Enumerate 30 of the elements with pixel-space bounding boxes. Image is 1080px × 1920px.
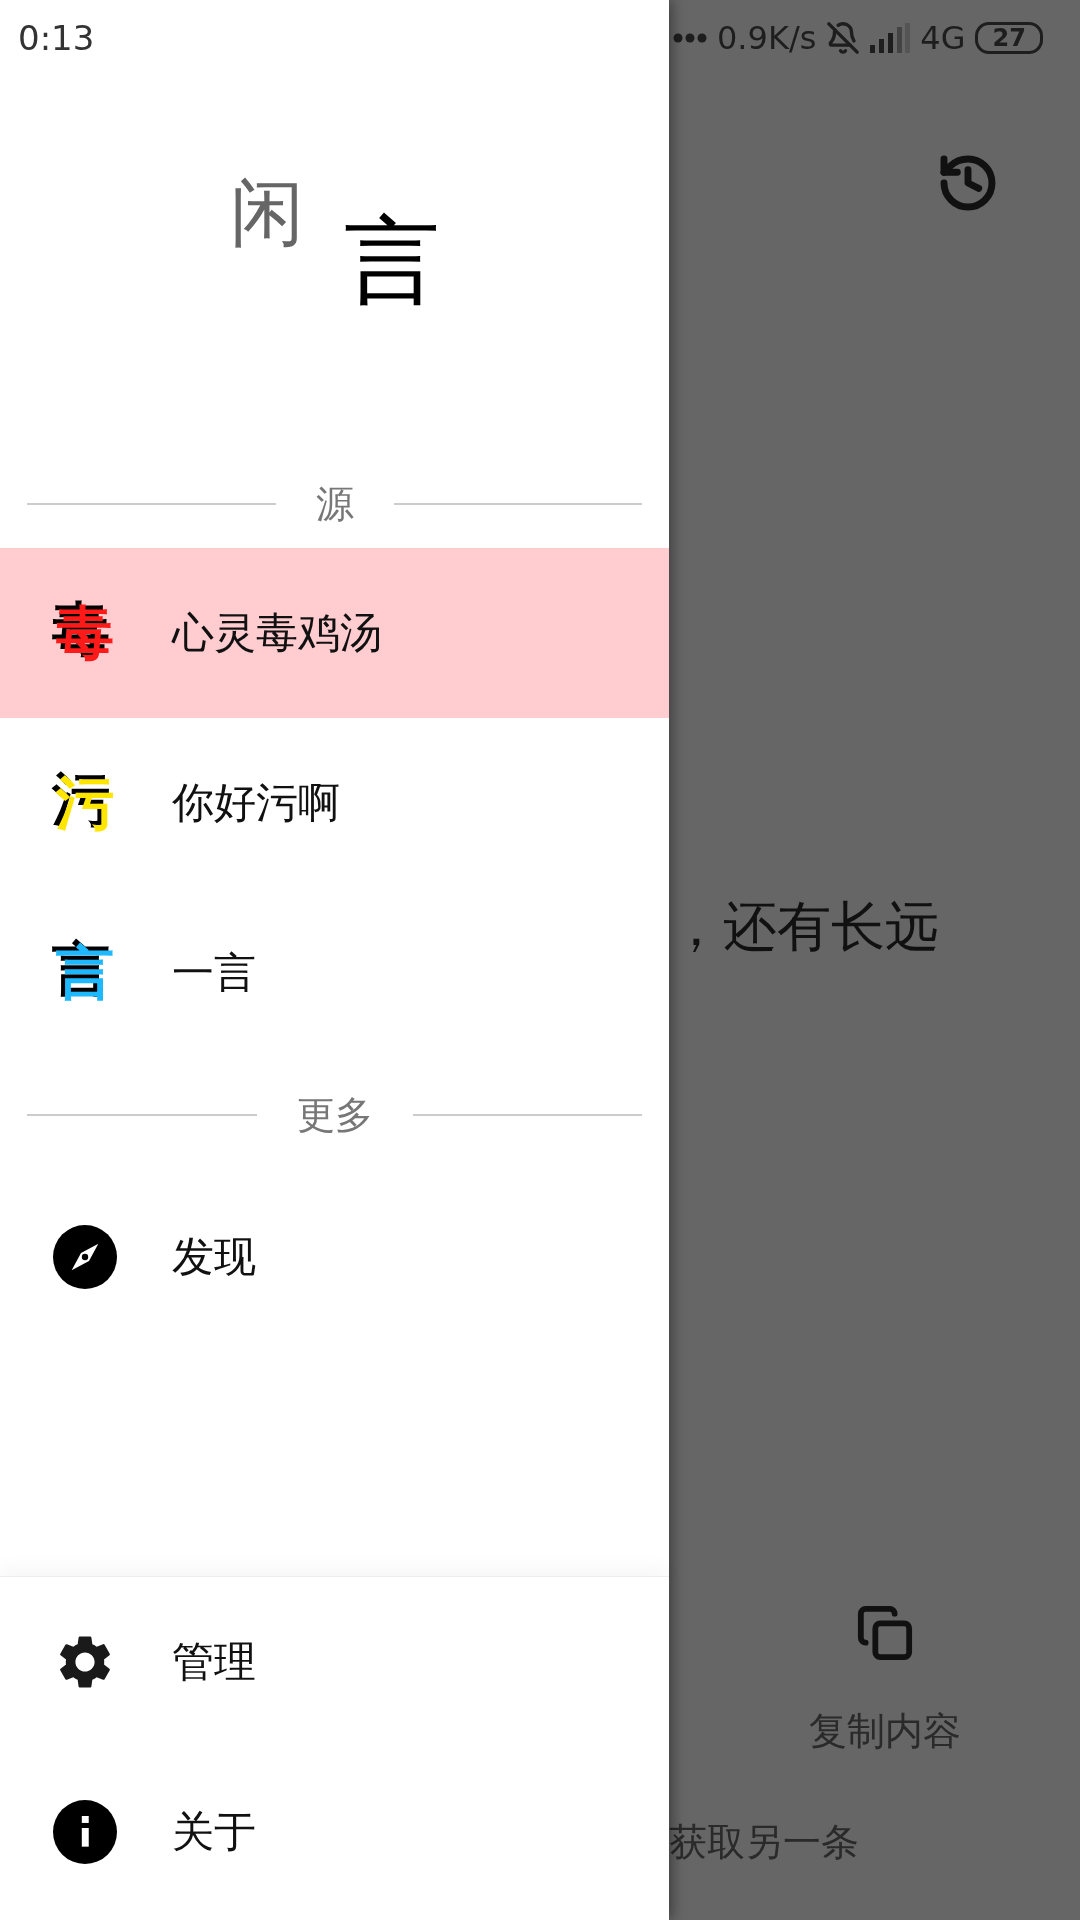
nav-item[interactable]: 毒 心灵毒鸡汤 <box>0 548 669 718</box>
logo-text: 闲 <box>229 175 304 249</box>
signal-icon <box>870 22 911 53</box>
nav-label: 一言 <box>172 947 256 999</box>
glyph-icon: 污 <box>56 774 114 832</box>
bell-off-icon <box>826 20 861 55</box>
glyph-icon: 言 <box>56 944 114 1002</box>
compass-icon <box>53 1225 117 1289</box>
nav-item[interactable]: 发现 <box>0 1172 669 1342</box>
nav-label: 发现 <box>172 1231 256 1283</box>
nav-label: 心灵毒鸡汤 <box>172 607 382 659</box>
nav-item[interactable]: 言 一言 <box>0 888 669 1058</box>
nav-label: 关于 <box>172 1806 256 1858</box>
battery-level: 27 <box>975 21 1043 54</box>
section-title: 源 <box>315 480 354 528</box>
section-title: 更多 <box>296 1091 373 1139</box>
network-speed: 0.9K/s <box>717 18 817 57</box>
logo-text: 言 <box>343 213 440 309</box>
copy-icon[interactable] <box>855 1604 914 1662</box>
status-time: 0:13 <box>18 17 95 58</box>
nav-item[interactable]: 管理 <box>0 1577 669 1747</box>
nav-label: 你好污啊 <box>172 777 340 829</box>
glyph-icon: 毒 <box>56 604 114 662</box>
nav-label: 管理 <box>172 1636 256 1688</box>
network-type: 4G <box>920 18 966 57</box>
nav-item[interactable]: 关于 <box>0 1747 669 1917</box>
info-icon <box>53 1800 117 1864</box>
quote-text: ，还有长远 <box>669 894 940 960</box>
more-dots-icon <box>673 32 707 43</box>
nav-item[interactable]: 污 你好污啊 <box>0 718 669 888</box>
